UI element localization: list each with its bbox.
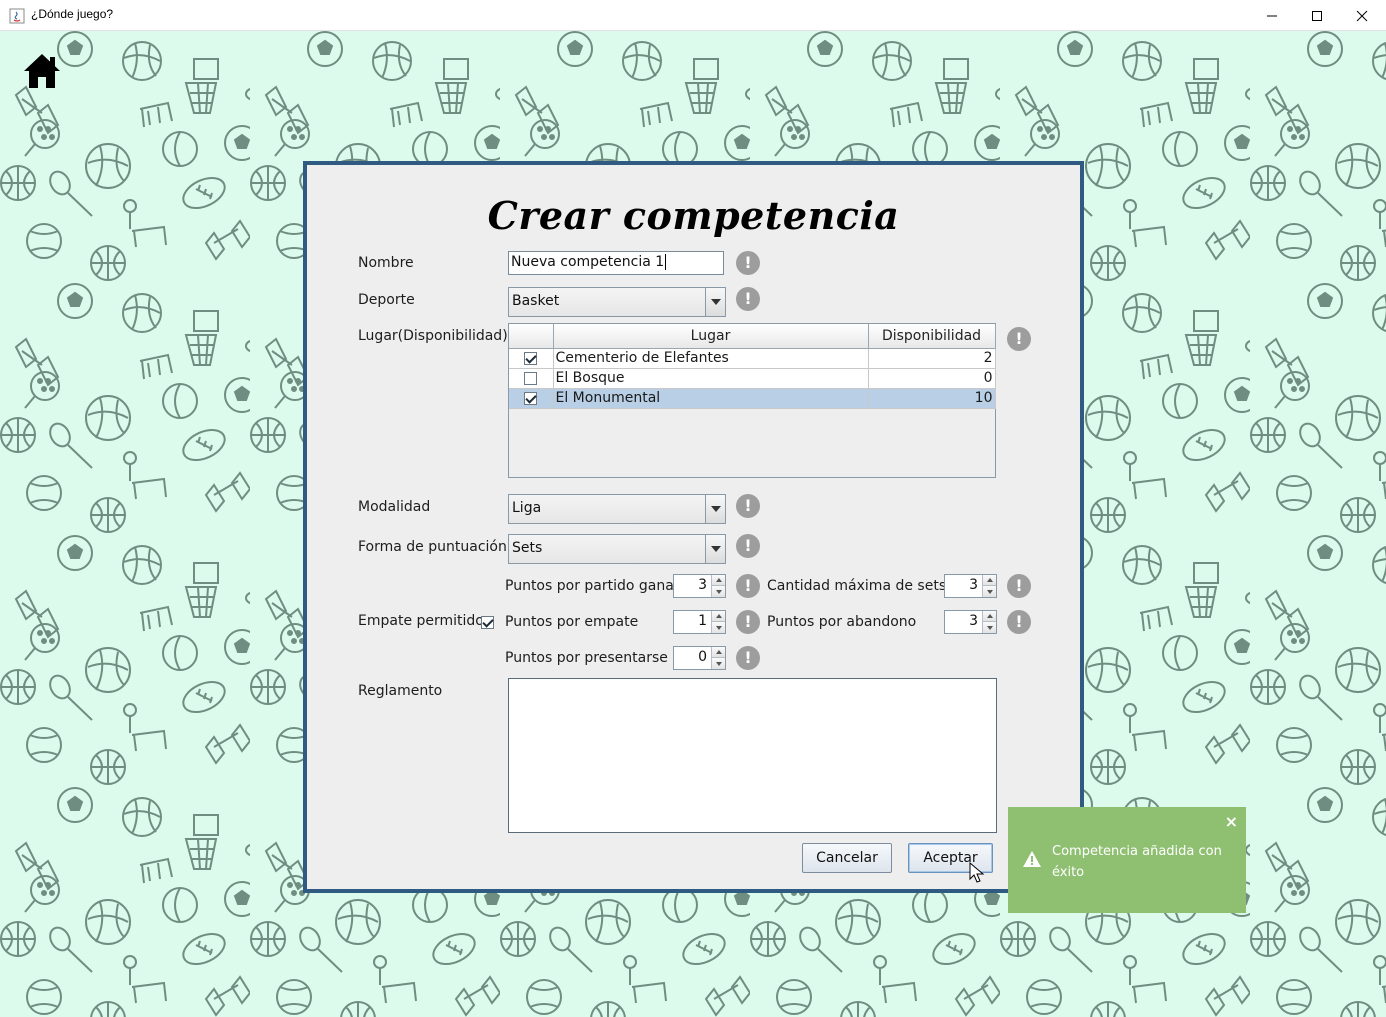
modalidad-select[interactable]: Liga xyxy=(508,494,726,524)
deporte-value: Basket xyxy=(512,293,560,309)
deporte-label: Deporte xyxy=(358,292,415,308)
dialog-title: Crear competencia xyxy=(487,193,900,238)
lugar-cell[interactable]: El Monumental xyxy=(553,388,869,409)
disponibilidad-cell[interactable]: 10 xyxy=(868,388,996,409)
table-row[interactable]: El Monumental 10 xyxy=(509,388,996,409)
table-header-row: Lugar Disponibilidad xyxy=(509,324,996,349)
puntos-abandono-info-icon[interactable]: ! xyxy=(1007,610,1031,634)
row-checkbox[interactable] xyxy=(524,391,538,405)
empate-permitido-checkbox[interactable] xyxy=(481,616,494,629)
nombre-info-icon[interactable]: ! xyxy=(736,251,760,275)
spinner-down-icon[interactable] xyxy=(712,586,725,597)
column-header-lugar[interactable]: Lugar xyxy=(553,324,869,349)
row-checkbox[interactable] xyxy=(524,371,538,385)
lugar-cell[interactable]: El Bosque xyxy=(553,368,869,389)
text-caret xyxy=(665,254,667,270)
reglamento-textarea[interactable] xyxy=(508,678,997,833)
deporte-info-icon[interactable]: ! xyxy=(736,287,760,311)
toast-message: Competencia añadida con éxito xyxy=(1052,844,1222,880)
modalidad-value: Liga xyxy=(512,500,542,516)
spinner-up-icon[interactable] xyxy=(712,575,725,586)
puntos-empate-label: Puntos por empate xyxy=(505,614,639,630)
mouse-cursor-icon xyxy=(969,862,985,883)
crear-competencia-dialog: Crear competencia Nombre Nueva competenc… xyxy=(303,161,1084,893)
puntos-presentarse-label: Puntos por presentarse xyxy=(505,650,668,666)
spinner-up-icon[interactable] xyxy=(983,611,996,622)
puntos-partido-ganado-spinner[interactable]: 3 xyxy=(673,574,726,598)
puntos-presentarse-value: 0 xyxy=(698,649,707,665)
chevron-down-icon[interactable] xyxy=(705,495,725,523)
warning-icon xyxy=(1023,851,1041,867)
disponibilidad-cell[interactable]: 0 xyxy=(868,368,996,389)
home-button[interactable] xyxy=(22,51,62,91)
puntos-abandono-spinner[interactable]: 3 xyxy=(944,610,997,634)
deporte-select[interactable]: Basket xyxy=(508,287,726,317)
forma-puntuacion-label: Forma de puntuación xyxy=(358,539,507,555)
forma-puntuacion-info-icon[interactable]: ! xyxy=(736,534,760,558)
close-button[interactable] xyxy=(1339,0,1385,31)
maximize-button[interactable] xyxy=(1294,0,1340,31)
reglamento-label: Reglamento xyxy=(358,683,443,699)
puntos-empate-value: 1 xyxy=(698,613,707,629)
forma-puntuacion-value: Sets xyxy=(512,540,543,556)
empate-permitido-label: Empate permitido xyxy=(358,613,484,629)
column-header-disponibilidad[interactable]: Disponibilidad xyxy=(868,324,996,349)
row-checkbox-cell[interactable] xyxy=(509,348,554,369)
puntos-abandono-label: Puntos por abandono xyxy=(767,614,917,630)
cantidad-maxima-sets-value: 3 xyxy=(969,577,978,593)
modalidad-info-icon[interactable]: ! xyxy=(736,494,760,518)
row-checkbox-cell[interactable] xyxy=(509,388,554,409)
column-header-check[interactable] xyxy=(509,324,554,349)
toast-close-icon[interactable]: × xyxy=(1225,812,1238,831)
forma-puntuacion-select[interactable]: Sets xyxy=(508,534,726,564)
nombre-input[interactable]: Nueva competencia 1 xyxy=(508,251,724,275)
table-row[interactable]: Cementerio de Elefantes 2 xyxy=(509,348,996,369)
row-checkbox-cell[interactable] xyxy=(509,368,554,389)
puntos-presentarse-info-icon[interactable]: ! xyxy=(736,646,760,670)
spinner-up-icon[interactable] xyxy=(712,611,725,622)
spinner-up-icon[interactable] xyxy=(983,575,996,586)
nombre-value: Nueva competencia 1 xyxy=(511,254,665,270)
lugar-label: Lugar(Disponibilidad) xyxy=(358,328,508,344)
cancelar-button[interactable]: Cancelar xyxy=(802,843,892,873)
table-row[interactable]: El Bosque 0 xyxy=(509,368,996,389)
close-icon xyxy=(1356,10,1368,21)
spinner-down-icon[interactable] xyxy=(983,586,996,597)
success-toast: × Competencia añadida con éxito xyxy=(1008,807,1246,913)
chevron-down-icon[interactable] xyxy=(705,288,725,316)
lugar-table[interactable]: Lugar Disponibilidad Cementerio de Elefa… xyxy=(508,323,996,478)
chevron-down-icon[interactable] xyxy=(705,535,725,563)
lugar-info-icon[interactable]: ! xyxy=(1007,327,1031,351)
puntos-partido-ganado-info-icon[interactable]: ! xyxy=(736,574,760,598)
spinner-down-icon[interactable] xyxy=(983,622,996,633)
window-title: ¿Dónde juego? xyxy=(31,7,114,21)
modalidad-label: Modalidad xyxy=(358,499,431,515)
cantidad-maxima-sets-spinner[interactable]: 3 xyxy=(944,574,997,598)
row-checkbox[interactable] xyxy=(524,351,538,365)
java-icon xyxy=(9,8,25,24)
puntos-partido-ganado-value: 3 xyxy=(698,577,707,593)
lugar-cell[interactable]: Cementerio de Elefantes xyxy=(553,348,869,369)
puntos-abandono-value: 3 xyxy=(969,613,978,629)
cantidad-maxima-sets-label: Cantidad máxima de sets xyxy=(767,578,947,594)
cantidad-maxima-sets-info-icon[interactable]: ! xyxy=(1007,574,1031,598)
spinner-down-icon[interactable] xyxy=(712,658,725,669)
home-icon xyxy=(24,54,60,88)
puntos-empate-spinner[interactable]: 1 xyxy=(673,610,726,634)
maximize-icon xyxy=(1312,10,1322,21)
minimize-button[interactable] xyxy=(1249,0,1295,31)
puntos-presentarse-spinner[interactable]: 0 xyxy=(673,646,726,670)
nombre-label: Nombre xyxy=(358,255,414,271)
disponibilidad-cell[interactable]: 2 xyxy=(868,348,996,369)
spinner-up-icon[interactable] xyxy=(712,647,725,658)
window-titlebar: ¿Dónde juego? xyxy=(0,0,1386,31)
puntos-empate-info-icon[interactable]: ! xyxy=(736,610,760,634)
puntos-partido-ganado-label: Puntos por partido ganado xyxy=(505,578,692,594)
minimize-icon xyxy=(1267,15,1277,16)
spinner-down-icon[interactable] xyxy=(712,622,725,633)
